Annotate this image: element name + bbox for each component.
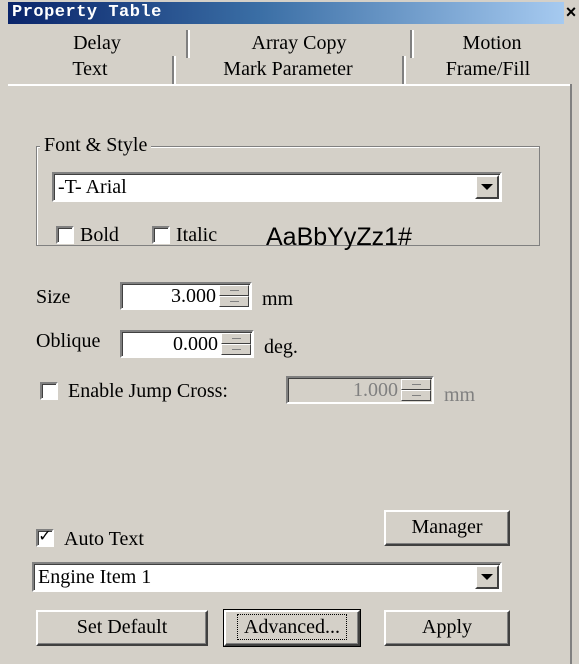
spin-down-icon xyxy=(401,390,431,401)
tab-delay[interactable]: Delay xyxy=(8,30,190,58)
window-title: Property Table xyxy=(12,3,162,22)
font-select-dropdown-button[interactable] xyxy=(475,175,499,199)
jump-cross-unit: mm xyxy=(444,384,476,406)
font-style-legend: Font & Style xyxy=(40,134,152,156)
enable-jump-cross-label: Enable Jump Cross: xyxy=(68,380,228,402)
spin-down-icon[interactable] xyxy=(221,344,251,355)
font-sample-preview: AaBbYyZz1# xyxy=(266,223,412,251)
auto-text-item-value: Engine Item 1 xyxy=(38,566,152,588)
manager-button[interactable]: Manager xyxy=(384,510,510,546)
jump-cross-spin-buttons xyxy=(401,379,431,401)
oblique-spin-buttons[interactable] xyxy=(221,333,251,355)
font-select[interactable]: -T- Arial xyxy=(52,172,502,202)
chevron-down-icon xyxy=(481,184,493,190)
checkmark-icon: ✓ xyxy=(38,526,52,545)
jump-cross-value: 1.000 xyxy=(353,379,398,401)
tab-text[interactable]: Text xyxy=(8,56,176,84)
chevron-down-icon xyxy=(481,574,493,580)
size-value: 3.000 xyxy=(171,285,216,307)
tab-array-copy[interactable]: Array Copy xyxy=(188,30,414,58)
jump-cross-spinner: 1.000 xyxy=(286,376,434,404)
spin-up-icon[interactable] xyxy=(219,285,249,296)
enable-jump-cross-checkbox[interactable] xyxy=(40,382,58,400)
oblique-value: 0.000 xyxy=(173,333,218,355)
spin-up-icon xyxy=(401,379,431,390)
panel-edge-right xyxy=(570,84,572,664)
spin-down-icon[interactable] xyxy=(219,296,249,307)
advanced-button[interactable]: Advanced... xyxy=(223,609,361,647)
tab-frame-fill[interactable]: Frame/Fill xyxy=(404,56,572,84)
oblique-spinner[interactable]: 0.000 xyxy=(120,330,254,358)
italic-label: Italic xyxy=(176,224,218,246)
tab-mark-parameter[interactable]: Mark Parameter xyxy=(174,56,406,84)
tab-motion[interactable]: Motion xyxy=(412,30,572,58)
size-spinner[interactable]: 3.000 xyxy=(120,282,252,310)
font-select-value: -T- Arial xyxy=(58,176,127,198)
size-label: Size xyxy=(36,286,71,308)
set-default-button[interactable]: Set Default xyxy=(36,610,208,646)
spin-up-icon[interactable] xyxy=(221,333,251,344)
tab-row-front: Text Mark Parameter Frame/Fill xyxy=(8,56,572,84)
tab-row-back: Delay Array Copy Motion xyxy=(8,30,572,58)
italic-checkbox[interactable] xyxy=(152,226,170,244)
bold-label: Bold xyxy=(80,224,119,246)
auto-text-checkbox[interactable]: ✓ xyxy=(36,526,54,547)
apply-button-label: Apply xyxy=(422,616,472,638)
size-spin-buttons[interactable] xyxy=(219,285,249,307)
set-default-button-label: Set Default xyxy=(76,616,168,638)
apply-button[interactable]: Apply xyxy=(384,610,510,646)
auto-text-item-select[interactable]: Engine Item 1 xyxy=(32,562,502,592)
title-bar: Property Table × xyxy=(0,0,579,26)
auto-text-item-dropdown-button[interactable] xyxy=(475,565,499,589)
oblique-unit: deg. xyxy=(264,336,298,358)
oblique-label: Oblique xyxy=(36,330,101,352)
close-icon[interactable]: × xyxy=(563,1,579,23)
manager-button-label: Manager xyxy=(411,516,483,538)
bold-checkbox[interactable] xyxy=(56,226,74,244)
size-unit: mm xyxy=(262,288,294,310)
advanced-button-label: Advanced... xyxy=(236,614,348,640)
auto-text-label: Auto Text xyxy=(64,528,144,550)
panel-edge xyxy=(8,84,572,86)
